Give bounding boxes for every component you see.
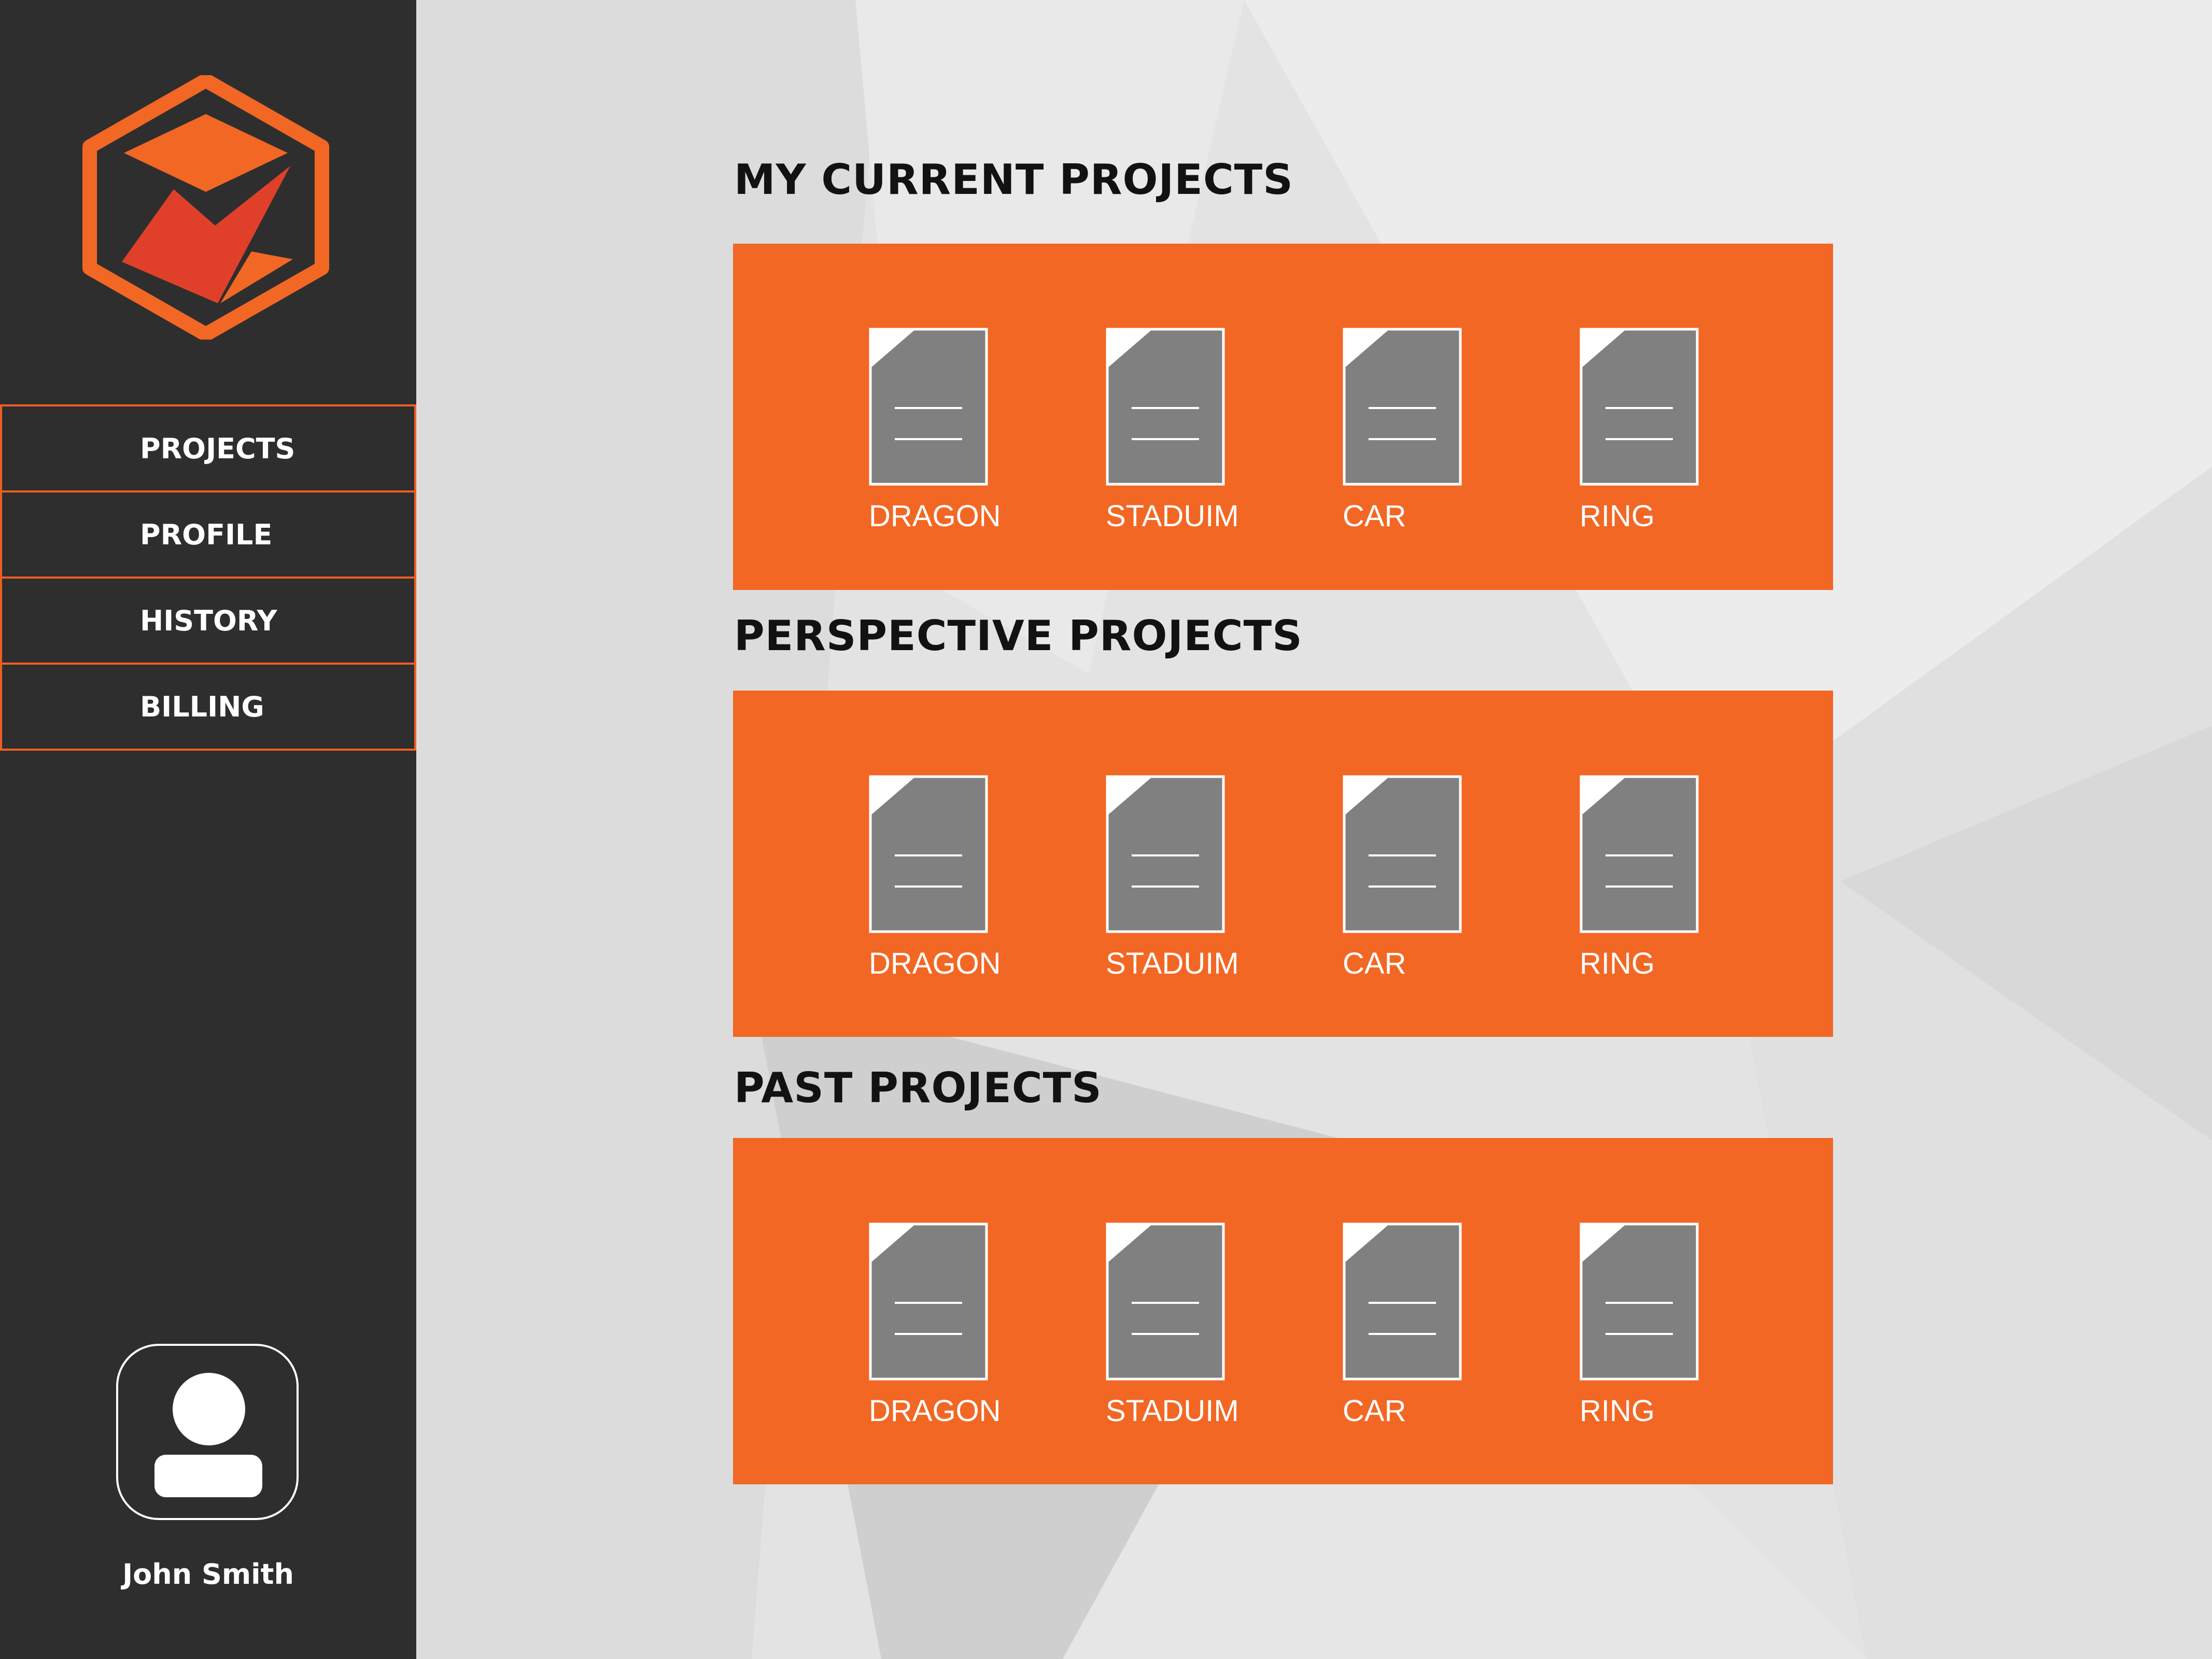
file-label: STADUIM (1106, 1394, 1239, 1428)
file-label: RING (1580, 947, 1655, 980)
sidebar-item-label: HISTORY (140, 604, 277, 637)
document-icon (1106, 328, 1225, 486)
file-label: CAR (1343, 1394, 1406, 1428)
avatar-body (154, 1455, 262, 1497)
document-icon (869, 328, 988, 486)
sidebar: PROJECTS PROFILE HISTORY BILLING John Sm… (0, 0, 416, 1659)
file-label: STADUIM (1106, 499, 1239, 533)
document-icon (1580, 328, 1699, 486)
file-item[interactable]: STADUIM (1106, 775, 1239, 980)
file-item[interactable]: CAR (1343, 775, 1462, 980)
section-title-current-projects: MY CURRENT PROJECTS (734, 156, 1293, 204)
file-item[interactable]: CAR (1343, 328, 1462, 533)
file-label: CAR (1343, 499, 1406, 533)
file-label: CAR (1343, 947, 1406, 980)
user-name: John Smith (122, 1558, 294, 1591)
past-projects-panel: DRAGON STADUIM CAR RING (733, 1138, 1833, 1484)
section-title-past-projects: PAST PROJECTS (734, 1064, 1102, 1112)
sidebar-item-label: PROJECTS (140, 432, 295, 465)
sidebar-nav: PROJECTS PROFILE HISTORY BILLING (0, 404, 416, 751)
file-item[interactable]: RING (1580, 328, 1699, 533)
file-item[interactable]: DRAGON (869, 328, 1001, 533)
document-icon (1106, 1222, 1225, 1381)
perspective-projects-panel: DRAGON STADUIM CAR RING (733, 691, 1833, 1037)
file-label: RING (1580, 1394, 1655, 1428)
current-projects-panel: DRAGON STADUIM CAR RING (733, 244, 1833, 590)
section-title-perspective-projects: PERSPECTIVE PROJECTS (734, 612, 1303, 660)
document-icon (1343, 775, 1462, 933)
user-avatar-icon[interactable] (116, 1344, 299, 1520)
sidebar-item-billing[interactable]: BILLING (0, 663, 416, 751)
file-item[interactable]: STADUIM (1106, 328, 1239, 533)
hexagon-cube-logo-icon[interactable] (80, 75, 332, 340)
sidebar-item-label: BILLING (140, 690, 264, 723)
file-item[interactable]: RING (1580, 775, 1699, 980)
sidebar-item-history[interactable]: HISTORY (0, 577, 416, 665)
file-item[interactable]: CAR (1343, 1222, 1462, 1428)
sidebar-item-label: PROFILE (140, 518, 273, 551)
file-label: STADUIM (1106, 947, 1239, 980)
file-label: DRAGON (869, 947, 1001, 980)
avatar-head (173, 1373, 245, 1445)
file-label: RING (1580, 499, 1655, 533)
sidebar-item-projects[interactable]: PROJECTS (0, 404, 416, 493)
document-icon (869, 1222, 988, 1381)
sidebar-item-profile[interactable]: PROFILE (0, 490, 416, 579)
document-icon (1106, 775, 1225, 933)
document-icon (1343, 328, 1462, 486)
document-icon (869, 775, 988, 933)
document-icon (1580, 1222, 1699, 1381)
document-icon (1343, 1222, 1462, 1381)
document-icon (1580, 775, 1699, 933)
file-item[interactable]: STADUIM (1106, 1222, 1239, 1428)
file-item[interactable]: DRAGON (869, 1222, 1001, 1428)
file-label: DRAGON (869, 1394, 1001, 1428)
file-label: DRAGON (869, 499, 1001, 533)
file-item[interactable]: DRAGON (869, 775, 1001, 980)
file-item[interactable]: RING (1580, 1222, 1699, 1428)
